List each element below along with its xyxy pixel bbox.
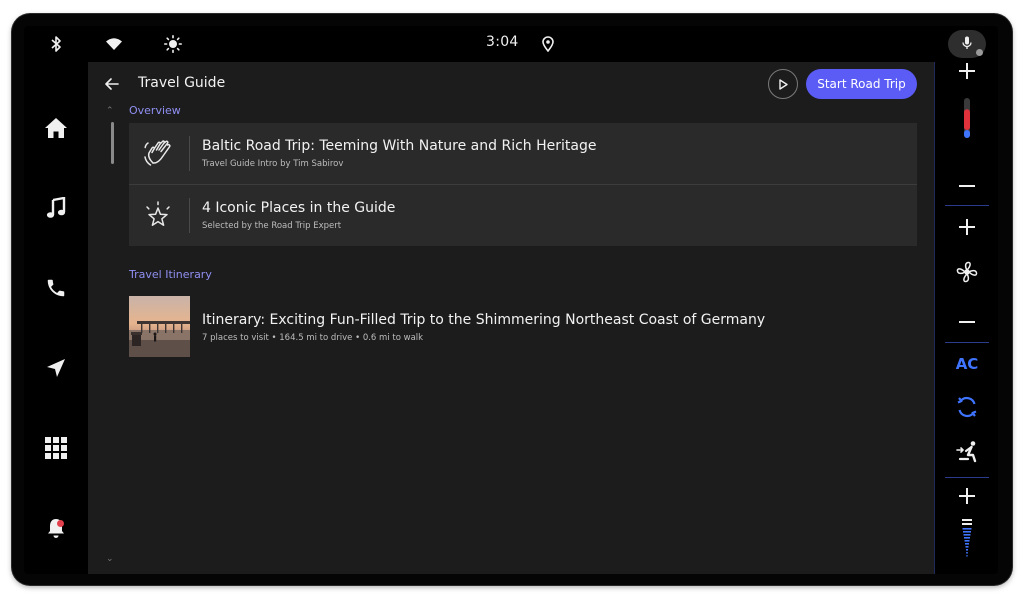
recirculation-icon [955,395,979,423]
seat-airflow-button[interactable] [951,440,983,468]
back-button[interactable] [100,72,124,96]
climate-divider [945,342,989,343]
itinerary-thumbnail [129,296,190,357]
temperature-down-button[interactable] [951,168,983,196]
phone-icon [45,277,67,303]
seat-heat-level-icon [959,518,975,564]
bluetooth-icon [46,34,66,54]
location-pin-icon [538,34,558,54]
fan-icon [956,261,978,287]
recirculation-button[interactable] [951,395,983,423]
infotainment-screen: 3:04 Travel Guide Start Road Trip ⌃ ⌄ Ov… [24,26,998,574]
plus-icon [958,62,976,84]
start-road-trip-button[interactable]: Start Road Trip [806,69,917,99]
temperature-up-button[interactable] [951,59,983,87]
itinerary-item[interactable]: Itinerary: Exciting Fun-Filled Trip to t… [129,296,917,358]
itinerary-section-label: Travel Itinerary [129,268,212,281]
scroll-up-chevron-icon[interactable]: ⌃ [106,106,114,116]
music-icon [46,196,66,223]
brightness-icon [163,34,183,54]
voice-assistant-button[interactable] [948,30,986,58]
home-icon [44,117,68,143]
travel-guide-panel: Travel Guide Start Road Trip ⌃ ⌄ Overvie… [88,62,934,574]
panel-header: Travel Guide Start Road Trip [88,62,934,106]
home-button[interactable] [40,114,72,146]
card-title: 4 Iconic Places in the Guide [202,200,396,216]
fan-down-button[interactable] [951,304,983,332]
clock: 3:04 [486,34,519,50]
sparkle-star-icon [141,199,175,233]
seat-heat-up-button[interactable] [951,484,983,512]
fan-up-button[interactable] [951,215,983,243]
itinerary-details: 7 places to visit • 164.5 mi to drive • … [202,333,424,343]
card-divider [189,198,190,233]
seat-airflow-icon [955,440,979,468]
page-title: Travel Guide [138,75,226,91]
overview-section-label: Overview [129,104,181,117]
plus-icon [958,487,976,509]
minus-icon [958,173,976,192]
card-subtitle: Selected by the Road Trip Expert [202,221,342,231]
minus-icon [958,309,976,328]
scroll-down-chevron-icon[interactable]: ⌄ [106,554,114,564]
apps-button[interactable] [40,434,72,466]
navigation-icon [45,357,67,383]
mic-status-dot [976,49,983,56]
left-nav-rail [24,62,88,574]
minus-icon [958,570,976,575]
iconic-places-card[interactable]: 4 Iconic Places in the Guide Selected by… [129,185,917,246]
music-button[interactable] [40,194,72,226]
status-bar: 3:04 [24,26,998,62]
temperature-level[interactable] [951,98,983,142]
waving-hand-icon [141,137,175,171]
climate-control-rail: AC [934,62,998,574]
thermometer-icon [961,97,973,143]
fan-speed-button[interactable] [951,260,983,288]
ac-toggle-button[interactable]: AC [951,350,983,378]
mic-icon [962,35,972,54]
plus-icon [958,218,976,240]
guide-intro-card[interactable]: Baltic Road Trip: Teeming With Nature an… [129,123,917,184]
phone-button[interactable] [40,274,72,306]
climate-divider [945,477,989,478]
card-subtitle: Travel Guide Intro by Tim Sabirov [202,159,344,169]
seat-heat-down-button[interactable] [951,565,983,574]
ac-label: AC [955,355,979,373]
notifications-button[interactable] [40,514,72,546]
apps-grid-icon [45,437,67,463]
navigation-button[interactable] [40,354,72,386]
card-title: Baltic Road Trip: Teeming With Nature an… [202,138,597,154]
itinerary-title: Itinerary: Exciting Fun-Filled Trip to t… [202,312,766,328]
notification-badge [57,520,64,527]
card-divider [189,136,190,171]
climate-divider [945,205,989,206]
play-button[interactable] [768,69,798,99]
seat-heat-level[interactable] [951,519,983,563]
scrollbar-thumb[interactable] [111,122,114,164]
wifi-icon [104,34,124,54]
play-icon [778,75,788,94]
arrow-left-icon [105,75,119,94]
